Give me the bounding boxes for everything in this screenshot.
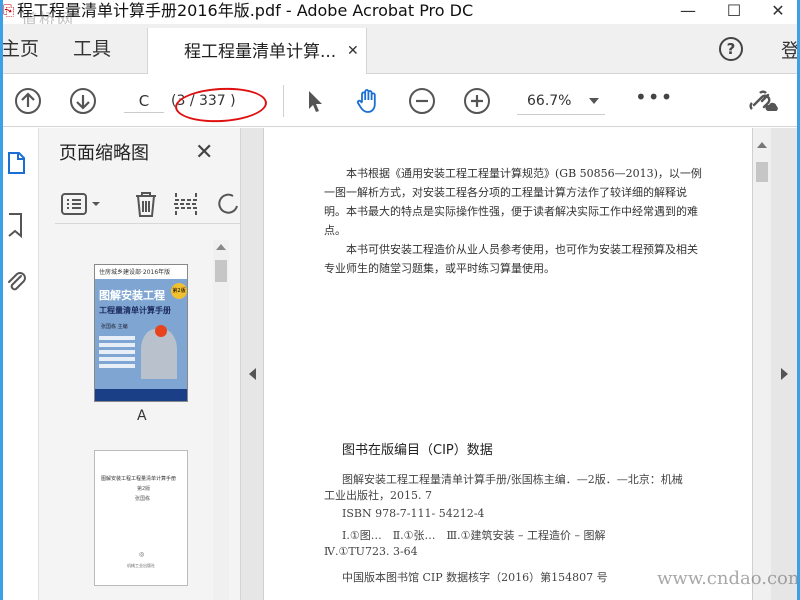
document-scrollbar[interactable] — [753, 128, 771, 600]
toolbar-divider — [283, 85, 284, 117]
tab-document[interactable]: 程工程量清单计算... ✕ — [147, 28, 367, 74]
hand-tool-icon[interactable] — [354, 87, 382, 115]
help-button[interactable]: ? — [719, 37, 743, 61]
scroll-up-icon[interactable] — [216, 244, 226, 250]
cip-heading: 图书在版编目（CIP）数据 — [342, 443, 493, 458]
page-paragraph-2: 本书可供安装工程造价从业人员参考使用，也可作为安装工程预算及相关专业师生的随堂习… — [324, 243, 698, 275]
cip-line-5: Ⅳ.①TU723. 3-64 — [324, 545, 418, 558]
cover-red-seal — [155, 325, 167, 337]
thumbnail-panel: 页面缩略图 ✕ 住房城乡建设部·2016年版 图解安装工程 第2版 工程量清单计… — [39, 128, 241, 600]
window-title: 程工程量清单计算手册2016年版.pdf - Adobe Acrobat Pro… — [17, 1, 474, 20]
acrobat-window: ⎘ 程工程量清单计算手册2016年版.pdf - Adobe Acrobat P… — [0, 0, 800, 600]
page-thumbnails-icon[interactable] — [5, 150, 27, 176]
scroll-up-icon[interactable] — [757, 142, 767, 148]
thumbnail-page-1[interactable]: 住房城乡建设部·2016年版 图解安装工程 第2版 工程量清单计算手册 张国栋 … — [94, 264, 188, 402]
thumbnail-scrollbar[interactable] — [213, 240, 229, 600]
title-page-edition: 第2版 — [137, 486, 151, 492]
maximize-button[interactable]: ☐ — [711, 0, 757, 24]
tab-home[interactable]: 主页 — [3, 36, 39, 62]
thumbnail-panel-title: 页面缩略图 — [59, 143, 149, 164]
title-page-author: 张国栋 — [135, 496, 151, 502]
next-page-icon[interactable] — [69, 87, 97, 115]
login-button[interactable]: 登 — [781, 36, 797, 63]
cover-edition-badge: 第2版 — [171, 283, 187, 299]
scrollbar-thumb[interactable] — [215, 260, 227, 282]
thumbnail-list: 住房城乡建设部·2016年版 图解安装工程 第2版 工程量清单计算手册 张国栋 … — [39, 238, 211, 600]
close-window-button[interactable]: ✕ — [755, 0, 797, 24]
select-cursor-icon[interactable] — [301, 87, 329, 115]
collapse-left-panel-icon[interactable] — [249, 368, 256, 380]
cip-line-6: 中国版本图书馆 CIP 数据核字（2016）第154807 号 — [342, 571, 608, 584]
cip-line-3: ISBN 978-7-111- 54212-4 — [342, 507, 485, 520]
tab-tools[interactable]: 工具 — [73, 36, 111, 62]
pdf-page: 本书根据《通用安装工程工程量计算规范》(GB 50856—2013)，以一例一图… — [263, 128, 753, 600]
bookmarks-icon[interactable] — [5, 212, 27, 238]
close-document-tab-icon[interactable]: ✕ — [347, 42, 359, 60]
cover-author: 张国栋 主编 — [101, 324, 128, 330]
page-number-input[interactable]: C — [124, 89, 164, 113]
scrollbar-thumb[interactable] — [756, 162, 768, 182]
share-link-icon[interactable] — [748, 87, 782, 115]
close-panel-icon[interactable]: ✕ — [195, 140, 213, 166]
cover-header-band: 住房城乡建设部·2016年版 — [95, 265, 187, 279]
title-page-publisher: 机械工业出版社 — [127, 563, 155, 568]
minimize-button[interactable]: — — [665, 0, 711, 24]
main-toolbar: C (3 / 337 ) 66.7% ••• — [3, 75, 797, 127]
zoom-in-icon[interactable] — [463, 87, 491, 115]
zoom-out-icon[interactable] — [408, 87, 436, 115]
acrobat-app-icon: ⎘ — [3, 3, 15, 19]
cover-top-text: 住房城乡建设部·2016年版 — [99, 269, 171, 276]
expand-right-panel-icon[interactable] — [781, 368, 788, 380]
publisher-logo-icon: ◎ — [139, 551, 145, 558]
thumbnail-page-1-label: A — [137, 408, 147, 424]
cip-line-1: 图解安装工程工程量清单计算手册/张国栋主编．—2版．—北京：机械 — [342, 473, 683, 486]
title-bar: ⎘ 程工程量清单计算手册2016年版.pdf - Adobe Acrobat P… — [3, 0, 797, 29]
delete-pages-icon[interactable] — [133, 190, 159, 218]
document-tab-label: 程工程量清单计算... — [184, 42, 337, 62]
attachments-icon[interactable] — [5, 268, 27, 294]
rotate-page-icon[interactable] — [215, 190, 241, 218]
document-viewer: 本书根据《通用安装工程工程量计算规范》(GB 50856—2013)，以一例一图… — [241, 128, 797, 600]
cip-line-2: 工业出版社，2015. 7 — [324, 489, 432, 502]
title-page-heading: 图解安装工程工程量清单计算手册 — [101, 476, 177, 482]
navigation-rail — [3, 128, 39, 600]
cover-contents-list — [99, 333, 135, 373]
cover-title: 图解安装工程 — [99, 289, 165, 302]
page-paragraph-1: 本书根据《通用安装工程工程量计算规范》(GB 50856—2013)，以一例一图… — [324, 167, 702, 237]
zoom-dropdown[interactable]: 66.7% — [517, 89, 605, 115]
chevron-down-icon — [589, 98, 599, 104]
tab-bar: 主页 工具 程工程量清单计算... ✕ ? 登 — [3, 24, 797, 74]
cover-footer-band — [95, 389, 187, 401]
extract-pages-icon[interactable] — [173, 190, 199, 218]
more-tools-button[interactable]: ••• — [635, 85, 673, 109]
thumbnail-tools — [55, 184, 241, 224]
cover-subtitle: 工程量清单计算手册 — [99, 306, 171, 315]
thumbnail-page-2[interactable]: 图解安装工程工程量清单计算手册 第2版 张国栋 ◎ 机械工业出版社 — [94, 450, 188, 586]
previous-page-icon[interactable] — [14, 87, 42, 115]
cip-line-4: Ⅰ.①图… Ⅱ.①张… Ⅲ.①建筑安装 – 工程造价 – 图解 — [342, 529, 606, 542]
thumbnail-options-icon[interactable] — [61, 192, 101, 216]
zoom-value: 66.7% — [527, 93, 572, 109]
